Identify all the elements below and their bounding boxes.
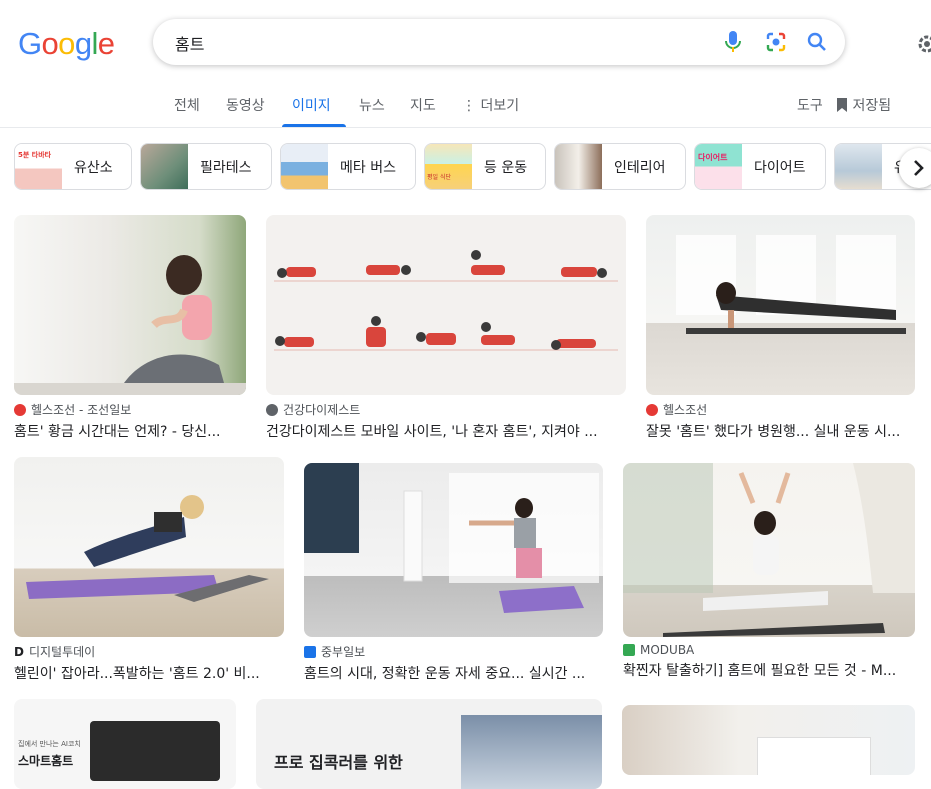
result-source[interactable]: 디지털투데이: [29, 643, 95, 660]
favicon: [646, 403, 658, 416]
chip-label: 메타 버스: [340, 159, 396, 176]
favicon: [623, 644, 635, 656]
chip-pilates[interactable]: 필라테스: [140, 143, 272, 190]
bookmark-icon: [837, 98, 847, 112]
result-thumbnail[interactable]: [266, 215, 626, 395]
image-result[interactable]: [622, 705, 915, 775]
search-tabs: 전체 동영상 이미지 뉴스 지도 ⋮ 더보기 도구 저장됨: [0, 87, 931, 128]
chip-diet[interactable]: 다이어트 다이어트: [694, 143, 826, 190]
result-title[interactable]: 홈트' 황금 시간대는 언제? - 당신...: [14, 421, 246, 441]
active-tab-indicator: [282, 124, 346, 127]
result-thumbnail[interactable]: 집에서 만나는 AI코치 스마트홈트: [14, 699, 236, 789]
favicon: [304, 645, 316, 658]
image-result[interactable]: 집에서 만나는 AI코치 스마트홈트: [14, 699, 236, 789]
chevron-right-icon: [914, 160, 924, 176]
chip-thumb: [141, 144, 188, 189]
image-result[interactable]: 중부일보 홈트의 시대, 정확한 운동 자세 중요... 실시간 ...: [304, 463, 603, 683]
google-logo[interactable]: Google: [18, 25, 115, 63]
result-source[interactable]: 헬스조선 - 조선일보: [31, 401, 131, 418]
chip-thumb: [835, 144, 882, 189]
result-image: [26, 495, 269, 602]
chip-thumb-text: 5분 타바타: [18, 151, 52, 159]
tab-maps[interactable]: 지도: [410, 95, 436, 115]
result-image-text: 스마트홈트: [18, 754, 74, 768]
result-source[interactable]: 건강다이제스트: [283, 401, 360, 418]
tv-screen: [90, 721, 220, 781]
tab-videos[interactable]: 동영상: [226, 95, 265, 115]
globe-icon: [266, 403, 278, 416]
result-image: [676, 235, 906, 334]
tab-more[interactable]: ⋮ 더보기: [462, 95, 519, 115]
tab-images[interactable]: 이미지: [292, 95, 331, 115]
chip-thumb-text: 평일 식단: [427, 174, 451, 181]
favicon: D: [14, 644, 24, 659]
chip-thumb: 5분 타바타: [15, 144, 62, 189]
chip-label: 인테리어: [614, 159, 666, 176]
tools-button[interactable]: 도구: [797, 95, 823, 115]
search-icon[interactable]: [805, 30, 829, 54]
chip-thumb: 다이어트: [695, 144, 742, 189]
chip-thumb: [555, 144, 602, 189]
chip-metaverse[interactable]: 메타 버스: [280, 143, 416, 190]
result-source[interactable]: MODUBA: [640, 643, 694, 657]
result-thumbnail[interactable]: [623, 463, 915, 637]
image-result[interactable]: 헬스조선 잘못 '홈트' 했다가 병원행... 실내 운동 시...: [646, 215, 915, 441]
result-title[interactable]: 확찐자 탈출하기] 홈트에 필요한 모든 것 - M...: [623, 660, 915, 680]
tab-news[interactable]: 뉴스: [359, 95, 385, 115]
image-result[interactable]: 프로 집콕러를 위한: [256, 699, 602, 789]
result-image: [304, 463, 599, 613]
result-thumbnail[interactable]: [646, 215, 915, 395]
result-source[interactable]: 헬스조선: [663, 401, 707, 418]
image-result[interactable]: 헬스조선 - 조선일보 홈트' 황금 시간대는 언제? - 당신...: [14, 215, 246, 441]
result-title[interactable]: 헬린이' 잡아라...폭발하는 '홈트 2.0' 비...: [14, 663, 284, 683]
result-image-text: 프로 집콕러를 위한: [274, 753, 403, 772]
image-result[interactable]: MODUBA 확찐자 탈출하기] 홈트에 필요한 모든 것 - M...: [623, 463, 915, 680]
gear-icon[interactable]: [915, 32, 931, 60]
result-thumbnail[interactable]: 프로 집콕러를 위한: [256, 699, 602, 789]
chip-back-workout[interactable]: 평일 식단 등 운동: [424, 143, 546, 190]
chip-label: 필라테스: [200, 159, 252, 176]
chip-thumb-text: 다이어트: [698, 153, 728, 162]
lens-icon[interactable]: [764, 30, 788, 54]
result-image: [274, 250, 618, 351]
result-image: [14, 255, 246, 395]
chip-thumb: 평일 식단: [425, 144, 472, 189]
photo: [461, 715, 602, 789]
chip-interior[interactable]: 인테리어: [554, 143, 686, 190]
image-result[interactable]: 건강다이제스트 건강다이제스트 모바일 사이트, '나 혼자 홈트', 지켜야 …: [266, 215, 626, 441]
tv-screen: [757, 737, 871, 775]
chip-label: 유산소: [74, 159, 113, 176]
image-result[interactable]: D 디지털투데이 헬린이' 잡아라...폭발하는 '홈트 2.0' 비...: [14, 457, 284, 683]
chip-label: 등 운동: [484, 159, 528, 176]
result-image: [623, 463, 915, 637]
tab-all[interactable]: 전체: [174, 95, 200, 115]
search-box[interactable]: 홈트: [153, 19, 845, 65]
saved-label: 저장됨: [852, 98, 892, 114]
result-source[interactable]: 중부일보: [321, 643, 365, 660]
result-thumbnail[interactable]: [622, 705, 915, 775]
saved-button[interactable]: 저장됨: [836, 95, 891, 115]
mic-icon[interactable]: [721, 30, 745, 54]
result-thumbnail[interactable]: [14, 457, 284, 637]
result-title[interactable]: 건강다이제스트 모바일 사이트, '나 혼자 홈트', 지켜야 ...: [266, 421, 626, 441]
search-input[interactable]: 홈트: [175, 31, 204, 55]
chip-cardio[interactable]: 5분 타바타 유산소: [14, 143, 132, 190]
result-title[interactable]: 잘못 '홈트' 했다가 병원행... 실내 운동 시...: [646, 421, 915, 441]
result-thumbnail[interactable]: [14, 215, 246, 395]
result-title[interactable]: 홈트의 시대, 정확한 운동 자세 중요... 실시간 ...: [304, 663, 603, 683]
chips-next-button[interactable]: [899, 148, 931, 188]
result-image-text: 집에서 만나는 AI코치: [18, 740, 81, 748]
favicon: [14, 403, 26, 416]
chip-label: 다이어트: [754, 159, 806, 176]
result-thumbnail[interactable]: [304, 463, 603, 637]
chip-thumb: [281, 144, 328, 189]
